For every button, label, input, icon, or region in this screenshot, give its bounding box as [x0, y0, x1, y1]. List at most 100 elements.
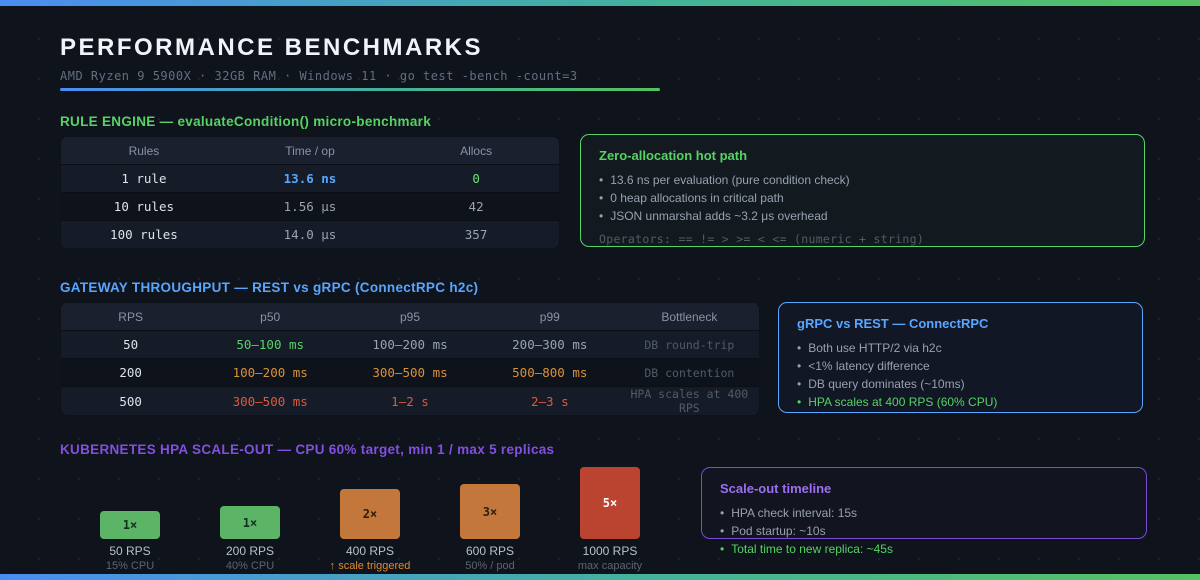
hpa-bar-group: 2× 400 RPS ↑ scale triggered [310, 455, 430, 572]
card-bullet-list: Both use HTTP/2 via h2c<1% latency diffe… [797, 339, 1124, 411]
hpa-bar-group: 1× 200 RPS 40% CPU [190, 455, 310, 572]
column-header: p50 [200, 303, 340, 331]
scale-out-timeline-card: Scale-out timeline HPA check interval: 1… [701, 467, 1147, 539]
p50-cell: 50–100 ms [200, 331, 340, 359]
table-row: 10 rules1.56 μs42 [61, 193, 560, 221]
allocs-cell: 357 [393, 221, 559, 249]
column-header: p95 [340, 303, 480, 331]
rules-cell: 10 rules [61, 193, 227, 221]
bottleneck-cell: DB contention [620, 359, 760, 387]
bar-note-label: 50% / pod [430, 560, 550, 572]
time-per-op-cell: 14.0 μs [227, 221, 393, 249]
card-bullet: 13.6 ns per evaluation (pure condition c… [599, 171, 1126, 189]
card-title: Zero-allocation hot path [599, 148, 1126, 163]
card-bullet: Both use HTTP/2 via h2c [797, 339, 1124, 357]
card-bullet-list: HPA check interval: 15sPod startup: ~10s… [720, 504, 1128, 558]
p99-cell: 2–3 s [480, 387, 620, 416]
column-header: Bottleneck [620, 303, 760, 331]
p99-cell: 500–800 ms [480, 359, 620, 387]
bar-rps-label: 200 RPS [190, 544, 310, 558]
allocs-cell: 0 [393, 165, 559, 193]
replica-bar: 2× [340, 489, 400, 539]
section-title-rule-engine: RULE ENGINE — evaluateCondition() micro-… [60, 114, 431, 129]
hpa-bar-group: 1× 50 RPS 15% CPU [70, 455, 190, 572]
bar-rps-label: 1000 RPS [550, 544, 670, 558]
card-title: Scale-out timeline [720, 481, 1128, 496]
rules-cell: 1 rule [61, 165, 227, 193]
hpa-bar-group: 3× 600 RPS 50% / pod [430, 455, 550, 572]
card-bullet-list: 13.6 ns per evaluation (pure condition c… [599, 171, 1126, 225]
replica-multiplier-label: 3× [483, 505, 497, 519]
page-title: PERFORMANCE BENCHMARKS [60, 34, 483, 62]
p50-cell: 100–200 ms [200, 359, 340, 387]
table-row: 500300–500 ms1–2 s2–3 sHPA scales at 400… [61, 387, 760, 416]
table-row: 5050–100 ms100–200 ms200–300 msDB round-… [61, 331, 760, 359]
time-per-op-cell: 13.6 ns [227, 165, 393, 193]
card-bullet: Total time to new replica: ~45s [720, 540, 1128, 558]
bottom-accent-bar [0, 574, 1200, 580]
gateway-table: RPSp50p95p99Bottleneck 5050–100 ms100–20… [60, 302, 760, 416]
p50-cell: 300–500 ms [200, 387, 340, 416]
bar-rps-label: 400 RPS [310, 544, 430, 558]
rps-cell: 500 [61, 387, 201, 416]
gateway-table-head: RPSp50p95p99Bottleneck [61, 303, 760, 331]
replica-bar: 3× [460, 484, 520, 539]
grpc-vs-rest-card: gRPC vs REST — ConnectRPC Both use HTTP/… [778, 302, 1143, 413]
rps-cell: 50 [61, 331, 201, 359]
rule-engine-table-head: RulesTime / opAllocs [61, 137, 560, 165]
section-title-gateway: GATEWAY THROUGHPUT — REST vs gRPC (Conne… [60, 280, 478, 295]
header-underline [60, 88, 660, 91]
bar-area: 1× [70, 455, 190, 539]
column-header: Time / op [227, 137, 393, 165]
card-title: gRPC vs REST — ConnectRPC [797, 316, 1124, 331]
replica-multiplier-label: 1× [123, 518, 137, 532]
replica-bar: 1× [220, 506, 280, 539]
card-bullet: DB query dominates (~10ms) [797, 375, 1124, 393]
card-bullet: HPA scales at 400 RPS (60% CPU) [797, 393, 1124, 411]
column-header: Allocs [393, 137, 559, 165]
bar-note-label: 15% CPU [70, 560, 190, 572]
page-subtitle: AMD Ryzen 9 5900X · 32GB RAM · Windows 1… [60, 69, 578, 83]
table-row: 1 rule13.6 ns0 [61, 165, 560, 193]
bar-area: 3× [430, 455, 550, 539]
column-header: p99 [480, 303, 620, 331]
bar-note-label: ↑ scale triggered [310, 560, 430, 572]
card-bullet: 0 heap allocations in critical path [599, 189, 1126, 207]
p95-cell: 1–2 s [340, 387, 480, 416]
bar-area: 5× [550, 455, 670, 539]
allocs-cell: 42 [393, 193, 559, 221]
card-bullet: JSON unmarshal adds ~3.2 μs overhead [599, 207, 1126, 225]
card-bullet: HPA check interval: 15s [720, 504, 1128, 522]
replica-multiplier-label: 1× [243, 516, 257, 530]
replica-multiplier-label: 5× [603, 496, 617, 510]
p95-cell: 300–500 ms [340, 359, 480, 387]
replica-bar: 1× [100, 511, 160, 539]
bar-note-label: 40% CPU [190, 560, 310, 572]
card-bullet: <1% latency difference [797, 357, 1124, 375]
bar-rps-label: 600 RPS [430, 544, 550, 558]
replica-multiplier-label: 2× [363, 507, 377, 521]
column-header: RPS [61, 303, 201, 331]
bar-note-label: max capacity [550, 560, 670, 572]
rule-engine-table: RulesTime / opAllocs 1 rule13.6 ns010 ru… [60, 136, 560, 249]
rps-cell: 200 [61, 359, 201, 387]
time-per-op-cell: 1.56 μs [227, 193, 393, 221]
bottleneck-cell: HPA scales at 400 RPS [620, 387, 760, 416]
bar-area: 1× [190, 455, 310, 539]
bottleneck-cell: DB round-trip [620, 331, 760, 359]
hpa-bar-group: 5× 1000 RPS max capacity [550, 455, 670, 572]
table-row: 200100–200 ms300–500 ms500–800 msDB cont… [61, 359, 760, 387]
bar-area: 2× [310, 455, 430, 539]
replica-bar: 5× [580, 467, 640, 539]
bar-rps-label: 50 RPS [70, 544, 190, 558]
p99-cell: 200–300 ms [480, 331, 620, 359]
column-header: Rules [61, 137, 227, 165]
rules-cell: 100 rules [61, 221, 227, 249]
table-row: 100 rules14.0 μs357 [61, 221, 560, 249]
operators-footnote: Operators: == != > >= < <= (numeric + st… [599, 232, 1126, 246]
p95-cell: 100–200 ms [340, 331, 480, 359]
hpa-bar-chart: 1×50 RPS15% CPU1×200 RPS40% CPU2×400 RPS… [100, 455, 660, 575]
top-accent-bar [0, 0, 1200, 6]
zero-allocation-card: Zero-allocation hot path 13.6 ns per eva… [580, 134, 1145, 247]
card-bullet: Pod startup: ~10s [720, 522, 1128, 540]
